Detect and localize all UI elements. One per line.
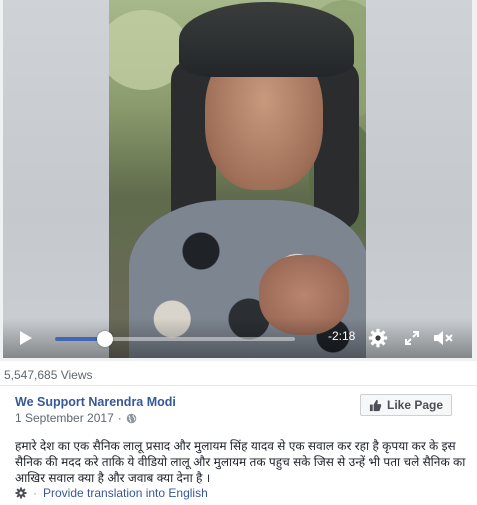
time-remaining: -2:18 (328, 329, 356, 343)
head-scarf (179, 2, 354, 77)
video-player[interactable]: -2:18 (0, 0, 477, 361)
post-meta: 1 September 2017 · (15, 411, 137, 425)
mute-icon (434, 331, 453, 345)
play-button[interactable] (15, 327, 37, 349)
page-name-link[interactable]: We Support Narendra Modi (15, 395, 176, 409)
gear-icon (368, 328, 388, 348)
mute-button[interactable] (432, 327, 456, 349)
play-icon (20, 331, 32, 345)
meta-separator: · (117, 411, 122, 425)
video-frame[interactable] (3, 0, 472, 358)
video-blur-left (3, 0, 109, 358)
gear-icon (15, 487, 27, 499)
post-body: हमारे देश का एक सैनिक लालू प्रसाद और मुल… (15, 439, 466, 485)
video-controls: -2:18 (3, 318, 472, 358)
globe-icon (126, 413, 137, 423)
fullscreen-button[interactable] (401, 327, 423, 349)
settings-button[interactable] (367, 327, 389, 349)
translation-link[interactable]: Provide translation into English (43, 486, 208, 500)
post-header: We Support Narendra Modi 1 September 201… (0, 385, 477, 505)
like-page-button[interactable]: Like Page (360, 394, 452, 416)
progress-bar[interactable] (55, 331, 295, 347)
translation-row: · Provide translation into English (15, 486, 208, 500)
video-content (109, 0, 366, 358)
fullscreen-icon (405, 331, 419, 345)
view-count: 5,547,685 Views (4, 368, 93, 382)
video-blur-right (366, 0, 472, 358)
progress-handle[interactable] (97, 331, 114, 347)
thumbs-up-icon (369, 399, 382, 411)
like-page-label: Like Page (386, 398, 444, 412)
post-date[interactable]: 1 September 2017 (15, 411, 114, 425)
translate-separator: · (33, 486, 37, 500)
